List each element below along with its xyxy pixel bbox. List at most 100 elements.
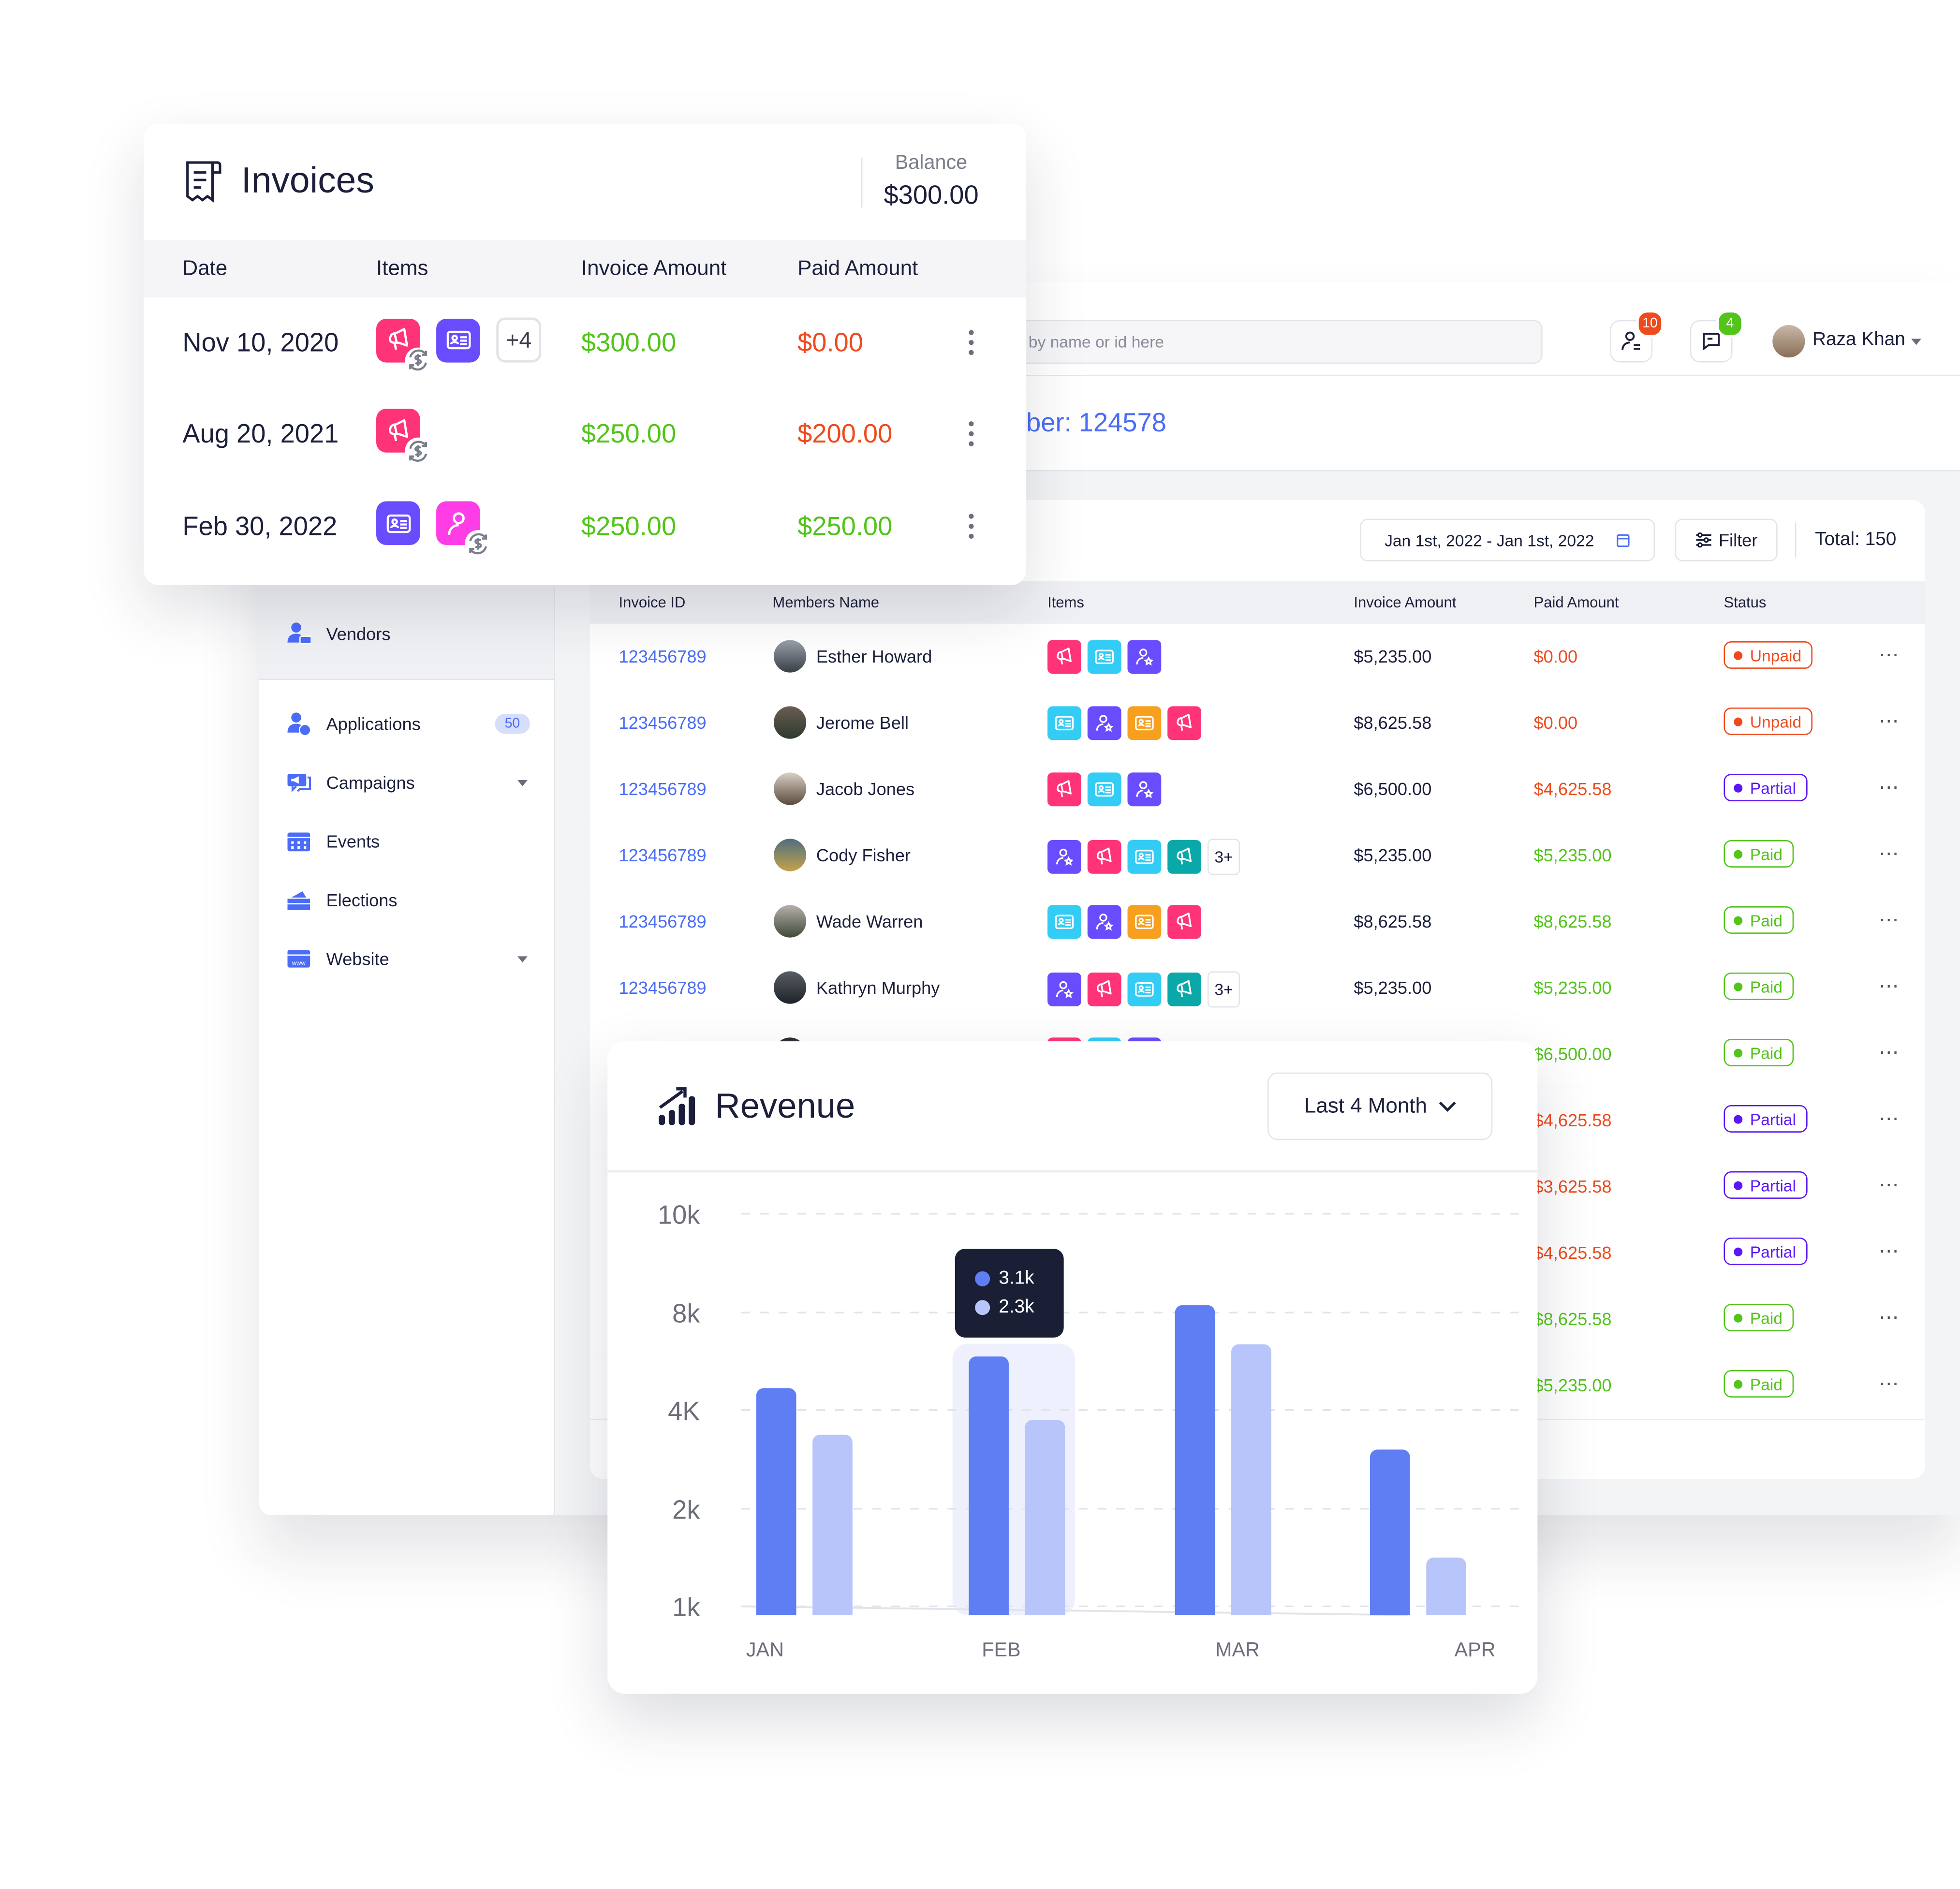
- table-row[interactable]: 123456789 Esther Howard $5,235.00 $0.00 Unpa…: [590, 623, 1925, 692]
- status-dot: [1734, 650, 1743, 660]
- sidebar-item-applications[interactable]: Applications 50: [286, 705, 530, 743]
- kebab-menu-icon[interactable]: [969, 421, 974, 451]
- megaphone-icon[interactable]: [376, 409, 431, 464]
- megaphone-icon[interactable]: [1087, 972, 1121, 1006]
- more-actions-icon[interactable]: ⋯: [1879, 624, 1900, 689]
- invoice-amount: $250.00: [581, 512, 677, 542]
- more-actions-icon[interactable]: ⋯: [1879, 756, 1900, 821]
- user-icon[interactable]: [436, 501, 491, 557]
- userstar-icon[interactable]: [1127, 772, 1162, 807]
- idcard-icon[interactable]: [1087, 772, 1121, 807]
- idcard-icon[interactable]: [1047, 706, 1081, 740]
- user-avatar[interactable]: [1772, 325, 1805, 358]
- idcard-icon[interactable]: [1087, 640, 1121, 674]
- col-invoice-id[interactable]: Invoice ID: [619, 581, 685, 624]
- bar-mar-series-1[interactable]: [1175, 1305, 1215, 1615]
- col-invoice-amount[interactable]: Invoice Amount: [1354, 581, 1456, 624]
- userstar-icon[interactable]: [1127, 640, 1162, 674]
- sidebar-item-website[interactable]: www Website: [286, 940, 530, 978]
- invoice-row[interactable]: Nov 10, 2020 +4 $300.00 $0.00: [144, 297, 1027, 392]
- more-actions-icon[interactable]: ⋯: [1879, 889, 1900, 954]
- more-items-button[interactable]: 3+: [1207, 971, 1240, 1008]
- megaphone-icon[interactable]: [1167, 972, 1201, 1006]
- megaphone-icon[interactable]: [1047, 772, 1081, 807]
- invoice-row[interactable]: Aug 20, 2021 $250.00 $200.00: [144, 388, 1027, 484]
- invoice-id-link[interactable]: 123456789: [619, 756, 706, 821]
- invoice-id-link[interactable]: 123456789: [619, 690, 706, 755]
- table-row[interactable]: 123456789 Jacob Jones $6,500.00 $4,625.58 Pa…: [590, 756, 1925, 824]
- col-date[interactable]: Date: [182, 240, 227, 297]
- more-actions-icon[interactable]: ⋯: [1879, 823, 1900, 887]
- table-row[interactable]: 123456789 Cody Fisher 3+ $5,235.00 $5,235.00…: [590, 822, 1925, 890]
- sidebar-item-elections[interactable]: Elections: [286, 881, 530, 919]
- paid-amount: $5,235.00: [1533, 1375, 1612, 1395]
- more-actions-icon[interactable]: ⋯: [1879, 690, 1900, 755]
- col-status[interactable]: Status: [1724, 581, 1766, 624]
- megaphone-icon[interactable]: [376, 318, 431, 373]
- caret-down-icon[interactable]: [517, 779, 528, 786]
- table-row[interactable]: 123456789 Jerome Bell $8,625.58 $0.00 Unpaid…: [590, 690, 1925, 758]
- bar-mar-series-2[interactable]: [1231, 1344, 1271, 1615]
- invoice-id-link[interactable]: 123456789: [619, 955, 706, 1020]
- col-items[interactable]: Items: [1047, 581, 1084, 624]
- invoice-id-link[interactable]: 123456789: [619, 823, 706, 887]
- col-items[interactable]: Items: [376, 240, 428, 297]
- megaphone-icon[interactable]: [1167, 706, 1201, 740]
- table-row[interactable]: 123456789 Wade Warren $8,625.58 $8,625.58 Pa…: [590, 888, 1925, 957]
- userstar-icon[interactable]: [1047, 840, 1081, 874]
- caret-down-icon[interactable]: [517, 956, 528, 962]
- invoice-id-link[interactable]: 123456789: [619, 624, 706, 689]
- members-notification-button[interactable]: 10: [1610, 310, 1664, 363]
- megaphone-icon[interactable]: [1087, 840, 1121, 874]
- status-dot: [1734, 1313, 1743, 1322]
- more-actions-icon[interactable]: ⋯: [1879, 1220, 1900, 1285]
- bar-apr-series-1[interactable]: [1370, 1449, 1410, 1615]
- table-row[interactable]: 123456789 Kathryn Murphy 3+ $5,235.00 $5,235…: [590, 955, 1925, 1023]
- search-input[interactable]: Search by name or id here: [958, 320, 1543, 364]
- idcard-icon[interactable]: [376, 501, 420, 545]
- megaphone-icon[interactable]: [1047, 640, 1081, 674]
- status-label: Partial: [1750, 1176, 1796, 1195]
- col-invoice-amount[interactable]: Invoice Amount: [581, 240, 726, 297]
- bar-jan-series-1[interactable]: [756, 1388, 796, 1615]
- kebab-menu-icon[interactable]: [969, 514, 974, 544]
- userstar-icon[interactable]: [1087, 905, 1121, 939]
- bar-jan-series-2[interactable]: [812, 1434, 853, 1615]
- idcard-icon[interactable]: [1127, 972, 1162, 1006]
- col-paid-amount[interactable]: Paid Amount: [1534, 581, 1619, 624]
- more-actions-icon[interactable]: ⋯: [1879, 1286, 1900, 1351]
- more-actions-icon[interactable]: ⋯: [1879, 1353, 1900, 1417]
- date-range-picker[interactable]: Jan 1st, 2022 - Jan 1st, 2022: [1360, 518, 1655, 561]
- idcard-icon[interactable]: [436, 318, 480, 362]
- megaphone-icon[interactable]: [1167, 840, 1201, 874]
- idcard-icon[interactable]: [1127, 840, 1162, 874]
- more-items-button[interactable]: +4: [496, 317, 542, 363]
- more-actions-icon[interactable]: ⋯: [1879, 1088, 1900, 1152]
- col-paid-amount[interactable]: Paid Amount: [797, 240, 918, 297]
- userstar-icon[interactable]: [1047, 972, 1081, 1006]
- messages-button[interactable]: 4: [1690, 310, 1744, 363]
- col-members-name[interactable]: Members Name: [772, 581, 879, 624]
- bar-feb-series-2[interactable]: [1025, 1420, 1065, 1615]
- invoice-id-link[interactable]: 123456789: [619, 889, 706, 954]
- idcard-icon[interactable]: [1127, 706, 1162, 740]
- idcard-icon[interactable]: [1047, 905, 1081, 939]
- caret-down-icon[interactable]: [1911, 339, 1921, 345]
- user-name[interactable]: Raza Khan: [1813, 329, 1905, 350]
- idcard-icon[interactable]: [1127, 905, 1162, 939]
- sidebar-item-campaigns[interactable]: Campaigns: [286, 764, 530, 801]
- more-actions-icon[interactable]: ⋯: [1879, 1021, 1900, 1086]
- more-actions-icon[interactable]: ⋯: [1879, 1154, 1900, 1219]
- bar-feb-series-1[interactable]: [969, 1356, 1009, 1615]
- kebab-menu-icon[interactable]: [969, 330, 974, 360]
- bar-apr-series-2[interactable]: [1426, 1557, 1466, 1615]
- more-actions-icon[interactable]: ⋯: [1879, 955, 1900, 1020]
- more-items-button[interactable]: 3+: [1207, 839, 1240, 875]
- filter-button[interactable]: Filter: [1675, 518, 1778, 561]
- userstar-icon[interactable]: [1087, 706, 1121, 740]
- invoice-row[interactable]: Feb 30, 2022 $250.00 $250.00: [144, 481, 1027, 585]
- avatar: [773, 971, 807, 1004]
- megaphone-icon[interactable]: [1167, 905, 1201, 939]
- sidebar-item-events[interactable]: Events: [286, 823, 530, 860]
- sidebar-item-vendors[interactable]: Vendors: [286, 615, 530, 653]
